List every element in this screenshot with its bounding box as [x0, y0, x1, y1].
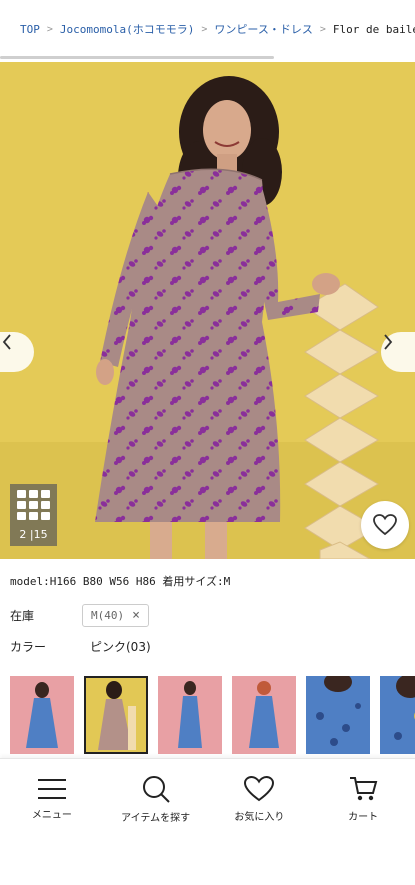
stock-size-value: M(40) — [91, 609, 125, 622]
search-icon — [142, 775, 170, 803]
search-items-button[interactable]: アイテムを探す — [104, 759, 208, 838]
close-icon[interactable]: × — [132, 608, 140, 623]
cart-button[interactable]: カート — [311, 759, 415, 838]
color-label: カラー — [10, 640, 47, 654]
stock-size-chip[interactable]: M(40) × — [82, 604, 149, 627]
favorite-button[interactable] — [361, 501, 409, 549]
cart-icon — [350, 776, 378, 800]
menu-button[interactable]: メニュー — [0, 759, 104, 838]
bottom-navigation: メニュー アイテムを探す お気に入り カート — [0, 758, 415, 838]
favorites-nav-button[interactable]: お気に入り — [208, 759, 312, 838]
breadcrumb-category-link[interactable]: ワンピース・ドレス — [214, 21, 312, 37]
stock-label: 在庫 — [10, 609, 35, 623]
breadcrumb-current: Flor de baile フ — [332, 23, 415, 36]
thumbnail-blue-dress-front[interactable] — [10, 676, 74, 754]
cart-label: カート — [348, 811, 379, 823]
color-value: ピンク(03) — [90, 640, 151, 654]
breadcrumb-top-link[interactable]: TOP — [20, 23, 40, 36]
thumbnail-blue-dress-detail[interactable] — [306, 676, 370, 754]
thumbnail-strip[interactable] — [10, 676, 415, 756]
gallery-grid-button[interactable]: 2 |15 — [10, 484, 57, 546]
heart-outline-icon — [244, 775, 275, 801]
stock-row: 在庫 M(40) × — [10, 604, 149, 627]
thumbnail-blue-dress-side[interactable] — [158, 676, 222, 754]
breadcrumb: TOP > Jocomomola(ホコモモラ) > ワンピース・ドレス > Fl… — [0, 0, 415, 58]
thumbnail-blue-dress-closeup[interactable] — [380, 676, 415, 754]
thumbnail-blue-dress-back[interactable] — [232, 676, 296, 754]
menu-label: メニュー — [31, 809, 72, 821]
model-info: model:H166 B80 W56 H86 着用サイズ:M — [10, 575, 231, 588]
hamburger-menu-icon — [37, 778, 66, 799]
chevron-left-icon — [2, 334, 11, 350]
grid-icon — [17, 490, 50, 520]
breadcrumb-separator-icon: > — [319, 23, 326, 35]
breadcrumb-separator-icon: > — [46, 23, 53, 35]
breadcrumb-separator-icon: > — [201, 23, 208, 35]
product-photo — [0, 62, 415, 559]
gallery-counter: 2 |15 — [19, 528, 48, 541]
color-row: カラー ピンク(03) — [10, 638, 151, 655]
footer-spacer — [0, 838, 415, 885]
product-image-gallery[interactable] — [0, 62, 415, 559]
thumbnail-pink-dress-front[interactable] — [84, 676, 148, 754]
breadcrumb-brand-link[interactable]: Jocomomola(ホコモモラ) — [60, 21, 194, 37]
chevron-right-icon — [384, 334, 393, 350]
heart-outline-icon — [373, 514, 397, 536]
search-items-label: アイテムを探す — [121, 812, 191, 824]
gallery-next-button[interactable] — [381, 332, 415, 372]
favorites-label: お気に入り — [234, 811, 285, 823]
breadcrumb-scrollbar[interactable] — [0, 56, 274, 59]
